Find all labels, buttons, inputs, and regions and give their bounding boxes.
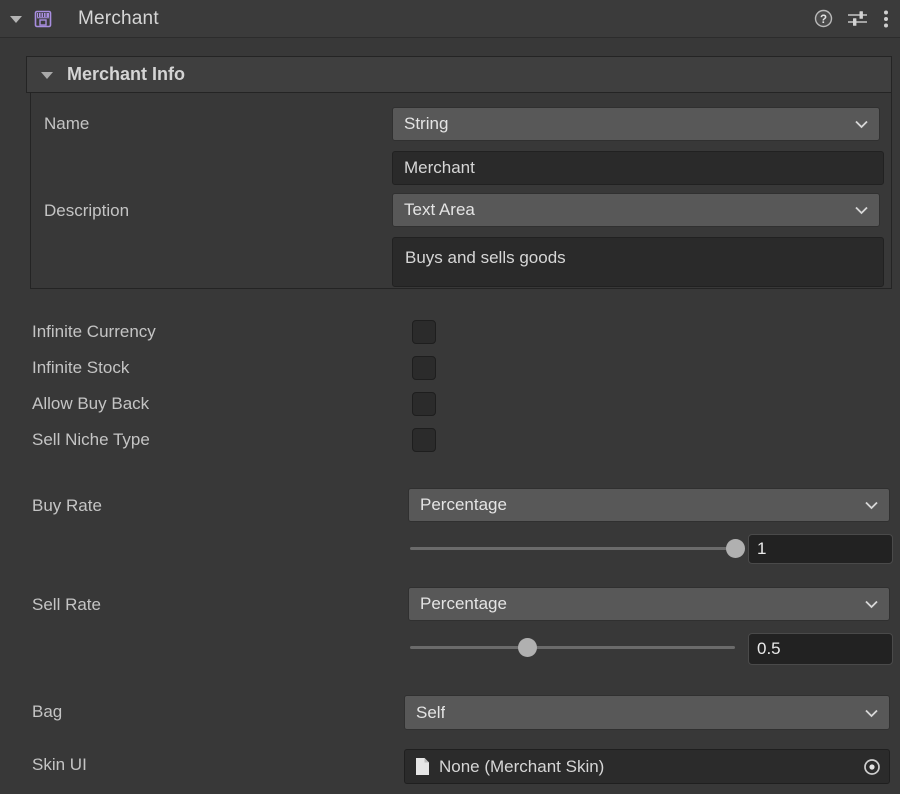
preset-icon[interactable] <box>847 9 869 28</box>
svg-text:?: ? <box>820 14 827 26</box>
skin-ui-value-text: None (Merchant Skin) <box>439 756 605 776</box>
help-icon[interactable]: ? <box>814 9 833 28</box>
buy-rate-mode-value: Percentage <box>420 495 507 514</box>
sell-rate-mode-dropdown[interactable]: Percentage <box>408 587 890 621</box>
toggle-sell-niche-type[interactable] <box>412 428 436 452</box>
toggle-infinite-currency[interactable] <box>412 320 436 344</box>
bag-dropdown-value: Self <box>416 702 446 722</box>
merchant-info-foldout-arrow-icon[interactable] <box>41 69 53 81</box>
name-value-input[interactable]: Merchant <box>392 151 884 185</box>
toggle-label-sell-niche-type: Sell Niche Type <box>32 430 150 449</box>
more-menu-icon[interactable] <box>883 9 889 29</box>
store-icon <box>34 10 52 27</box>
merchant-info-title: Merchant Info <box>67 64 186 84</box>
field-label-sell-rate: Sell Rate <box>32 595 101 614</box>
skin-ui-object-field[interactable]: None (Merchant Skin) <box>404 749 890 784</box>
sell-rate-mode-value: Percentage <box>420 594 507 613</box>
field-label-bag: Bag <box>32 702 63 721</box>
chevron-down-icon <box>855 206 868 215</box>
component-title: Merchant <box>78 7 159 29</box>
script-file-icon <box>416 758 429 775</box>
sell-rate-value-text: 0.5 <box>757 639 781 658</box>
bag-dropdown[interactable]: Self <box>404 695 890 730</box>
toggle-infinite-stock[interactable] <box>412 356 436 380</box>
buy-rate-slider-track[interactable] <box>410 547 735 550</box>
merchant-info-foldout-header[interactable]: Merchant Info <box>26 56 892 93</box>
buy-rate-slider[interactable] <box>410 538 745 558</box>
name-value-text: Merchant <box>404 158 475 177</box>
field-label-skin-ui: Skin UI <box>32 755 87 774</box>
description-type-dropdown[interactable]: Text Area <box>392 193 880 227</box>
toggle-label-infinite-stock: Infinite Stock <box>32 358 130 377</box>
field-label-buy-rate: Buy Rate <box>32 496 102 515</box>
sell-rate-slider-handle[interactable] <box>518 638 537 657</box>
toggle-allow-buy-back[interactable] <box>412 392 436 416</box>
field-label-name: Name <box>44 114 90 133</box>
chevron-down-icon <box>855 120 868 129</box>
chevron-down-icon <box>865 709 878 717</box>
toggle-label-allow-buy-back: Allow Buy Back <box>32 394 150 413</box>
chevron-down-icon <box>865 501 878 510</box>
buy-rate-value-input[interactable]: 1 <box>748 534 893 564</box>
component-header: Merchant ? <box>0 0 900 38</box>
field-label-description: Description <box>44 201 130 220</box>
toggle-label-infinite-currency: Infinite Currency <box>32 322 156 341</box>
description-type-dropdown-value: Text Area <box>404 200 475 219</box>
component-foldout-arrow-icon[interactable] <box>8 11 24 27</box>
name-type-dropdown-value: String <box>404 114 449 133</box>
description-value-textarea[interactable]: Buys and sells goods <box>392 237 884 287</box>
buy-rate-slider-handle[interactable] <box>726 539 745 558</box>
object-picker-icon[interactable] <box>860 755 884 779</box>
sell-rate-slider-track[interactable] <box>410 646 735 649</box>
name-type-dropdown[interactable]: String <box>392 107 880 141</box>
inspector-panel: Merchant ? Merchant Info Name String Mer… <box>0 0 900 794</box>
sell-rate-slider[interactable] <box>410 637 735 657</box>
buy-rate-value-text: 1 <box>757 539 767 558</box>
buy-rate-mode-dropdown[interactable]: Percentage <box>408 488 890 522</box>
chevron-down-icon <box>865 600 878 609</box>
header-icon-group: ? <box>814 9 889 29</box>
description-value-text: Buys and sells goods <box>405 248 566 267</box>
sell-rate-value-input[interactable]: 0.5 <box>748 633 893 665</box>
